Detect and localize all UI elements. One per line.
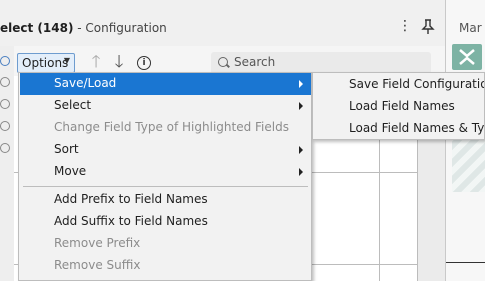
submenu-item-label: Save Field Configuration: [349, 77, 485, 91]
left-icon-strip: [0, 46, 14, 281]
circle-icon[interactable]: [0, 143, 10, 153]
options-menu: Save/Load Select Change Field Type of Hi…: [18, 72, 312, 281]
options-label: Options: [22, 56, 69, 70]
menu-item-remove-suffix[interactable]: Remove Suffix: [20, 255, 311, 277]
chevron-down-icon: ▼: [63, 56, 70, 65]
menu-item-label: Add Prefix to Field Names: [54, 192, 208, 206]
options-dropdown-button[interactable]: Options ▼: [17, 53, 75, 73]
menu-item-label: Move: [54, 164, 87, 178]
more-options-icon[interactable]: ⋮: [398, 18, 412, 36]
canvas-tool-icon[interactable]: [452, 44, 482, 70]
menu-item-label: Remove Prefix: [54, 236, 141, 250]
canvas-date-label: Mar 2: [459, 21, 485, 35]
gear-icon[interactable]: [0, 56, 10, 66]
submenu-item-label: Load Field Names & Types: [349, 121, 485, 135]
save-load-submenu: Save Field Configuration Load Field Name…: [312, 72, 485, 140]
panel-title: elect (148) - Configuration: [0, 21, 167, 35]
menu-item-add-suffix[interactable]: Add Suffix to Field Names: [20, 211, 311, 233]
info-icon[interactable]: i: [137, 56, 151, 70]
tool-name: elect (148): [0, 21, 74, 35]
arrow-down-icon[interactable]: 🡓: [110, 53, 128, 73]
circle-icon[interactable]: [0, 99, 10, 109]
search-input[interactable]: [234, 55, 424, 69]
circle-icon[interactable]: [0, 77, 10, 87]
menu-item-add-prefix[interactable]: Add Prefix to Field Names: [20, 189, 311, 211]
menu-item-label: Remove Suffix: [54, 258, 141, 272]
menu-item-move[interactable]: Move: [20, 161, 311, 183]
canvas-connection-line: [446, 262, 485, 263]
menu-separator: [23, 186, 308, 187]
submenu-arrow-icon: [299, 146, 303, 154]
submenu-arrow-icon: [299, 168, 303, 176]
menu-item-save-load[interactable]: Save/Load: [20, 73, 311, 95]
pin-icon[interactable]: [420, 18, 436, 36]
menu-item-sort[interactable]: Sort: [20, 139, 311, 161]
submenu-item-load-field-names[interactable]: Load Field Names: [314, 96, 484, 118]
menu-item-select[interactable]: Select: [20, 95, 311, 117]
submenu-item-label: Load Field Names: [349, 99, 455, 113]
menu-item-label: Select: [54, 98, 92, 112]
menu-item-label: Add Suffix to Field Names: [54, 214, 208, 228]
arrow-up-icon[interactable]: 🡑: [87, 53, 105, 73]
submenu-arrow-icon: [299, 80, 303, 88]
menu-item-remove-prefix[interactable]: Remove Prefix: [20, 233, 311, 255]
menu-item-label: Change Field Type of Highlighted Fields: [54, 120, 289, 134]
panel-subtitle: - Configuration: [73, 21, 167, 35]
canvas-panel: Mar 2: [446, 0, 485, 281]
menu-item-change-field-type[interactable]: Change Field Type of Highlighted Fields: [20, 117, 311, 139]
menu-item-label: Save/Load: [54, 76, 117, 90]
submenu-item-load-field-names-types[interactable]: Load Field Names & Types: [314, 118, 485, 139]
submenu-item-save-field-configuration[interactable]: Save Field Configuration: [314, 74, 485, 96]
circle-icon[interactable]: [0, 121, 10, 131]
menu-item-label: Sort: [54, 142, 79, 156]
submenu-arrow-icon: [299, 102, 303, 110]
search-icon: [218, 57, 228, 67]
